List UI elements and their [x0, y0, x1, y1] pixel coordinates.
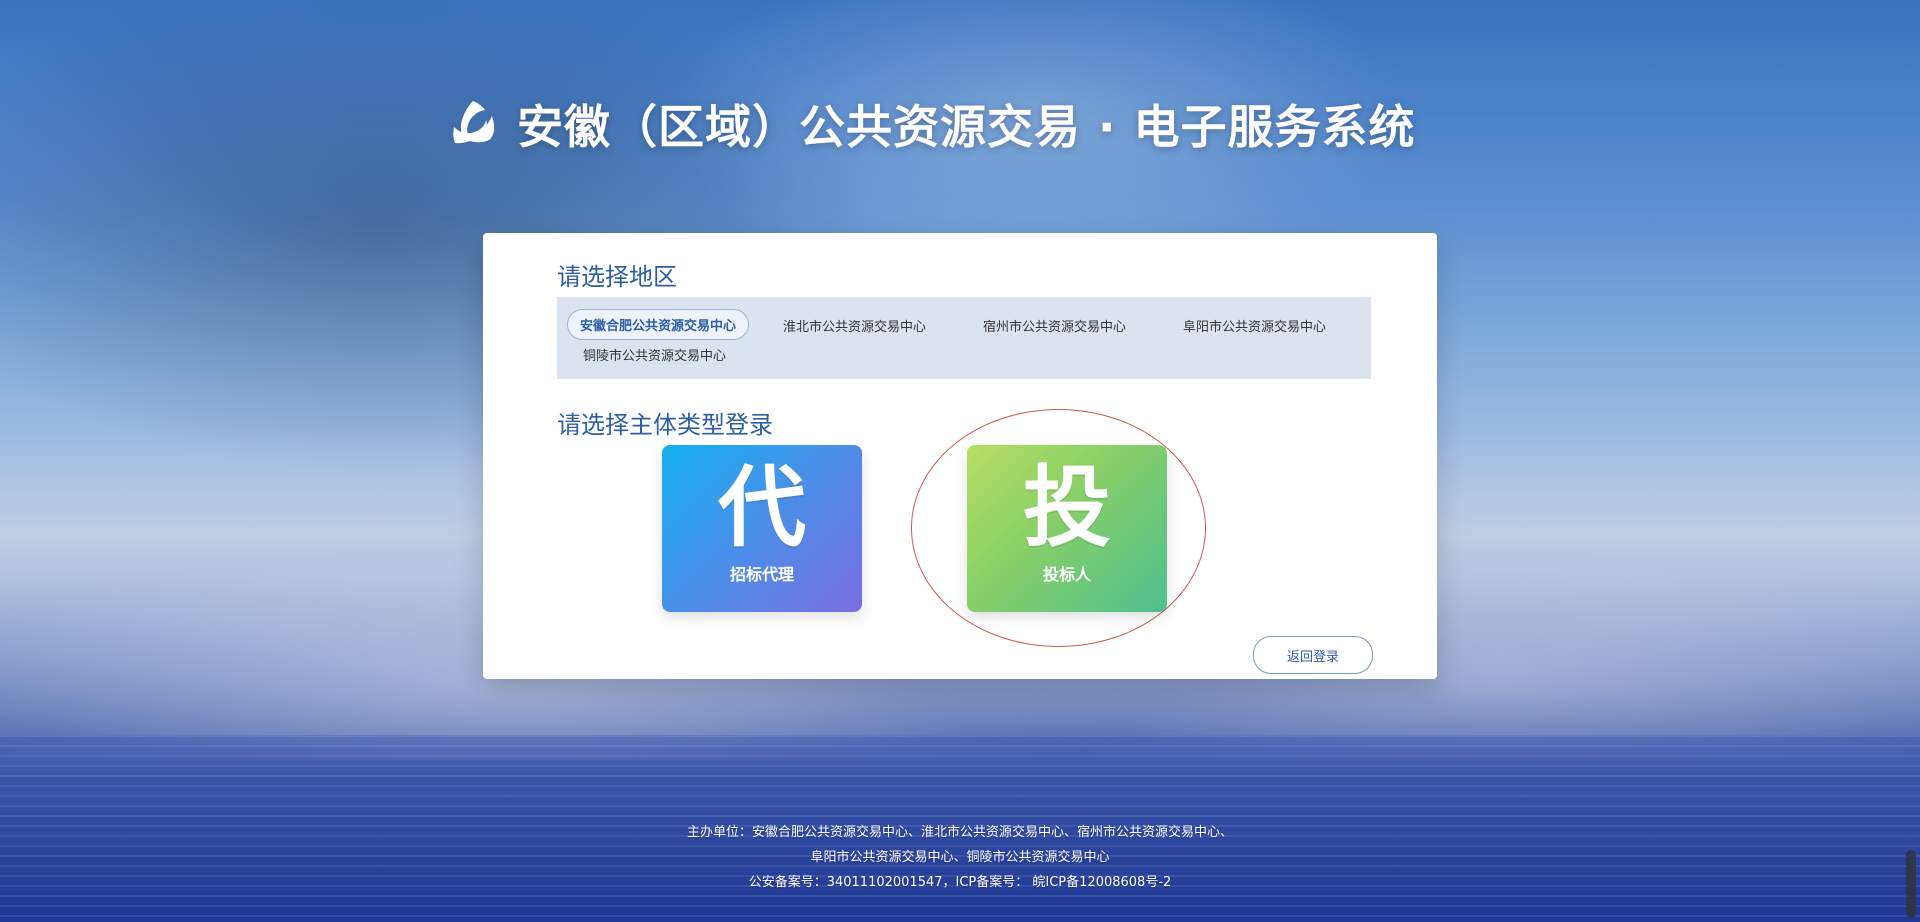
region-list: 安徽合肥公共资源交易中心 淮北市公共资源交易中心 宿州市公共资源交易中心 阜阳市…	[557, 297, 1371, 379]
region-section-title: 请选择地区	[557, 263, 677, 291]
region-option-hefei[interactable]: 安徽合肥公共资源交易中心	[567, 309, 750, 340]
bidder-label: 投标人	[1042, 565, 1091, 584]
region-option-suzhou[interactable]: 宿州市公共资源交易中心	[983, 316, 1126, 335]
triangle-swirl-logo-icon	[453, 101, 495, 144]
scrollbar-thumb[interactable]	[1906, 850, 1916, 918]
tender-agent-label: 招标代理	[729, 565, 794, 584]
back-to-login-button[interactable]: 返回登录	[1253, 636, 1373, 674]
login-type-section-title: 请选择主体类型登录	[557, 411, 773, 439]
page-title: 安徽（区域）公共资源交易 · 电子服务系统	[517, 100, 1416, 154]
tender-agent-glyph: 代	[717, 455, 806, 559]
bidder-login-tile[interactable]: 投 投标人	[967, 445, 1167, 612]
region-option-huaibei[interactable]: 淮北市公共资源交易中心	[783, 316, 926, 335]
login-card: 请选择地区 安徽合肥公共资源交易中心 淮北市公共资源交易中心 宿州市公共资源交易…	[483, 233, 1437, 679]
footer-line-2: 阜阳市公共资源交易中心、铜陵市公共资源交易中心	[810, 850, 1110, 865]
footer-line-3: 公安备案号：34011102001547，ICP备案号： 皖ICP备120086…	[748, 875, 1172, 890]
footer-line-1: 主办单位：安徽合肥公共资源交易中心、淮北市公共资源交易中心、宿州市公共资源交易中…	[686, 825, 1233, 840]
region-option-tongling[interactable]: 铜陵市公共资源交易中心	[583, 345, 726, 364]
region-option-fuyang[interactable]: 阜阳市公共资源交易中心	[1183, 316, 1326, 335]
page-footer: 主办单位：安徽合肥公共资源交易中心、淮北市公共资源交易中心、宿州市公共资源交易中…	[0, 820, 1920, 895]
page-header: 安徽（区域）公共资源交易 · 电子服务系统	[445, 92, 1485, 156]
bidder-glyph: 投	[1022, 455, 1111, 559]
tender-agent-login-tile[interactable]: 代 招标代理	[662, 445, 862, 612]
